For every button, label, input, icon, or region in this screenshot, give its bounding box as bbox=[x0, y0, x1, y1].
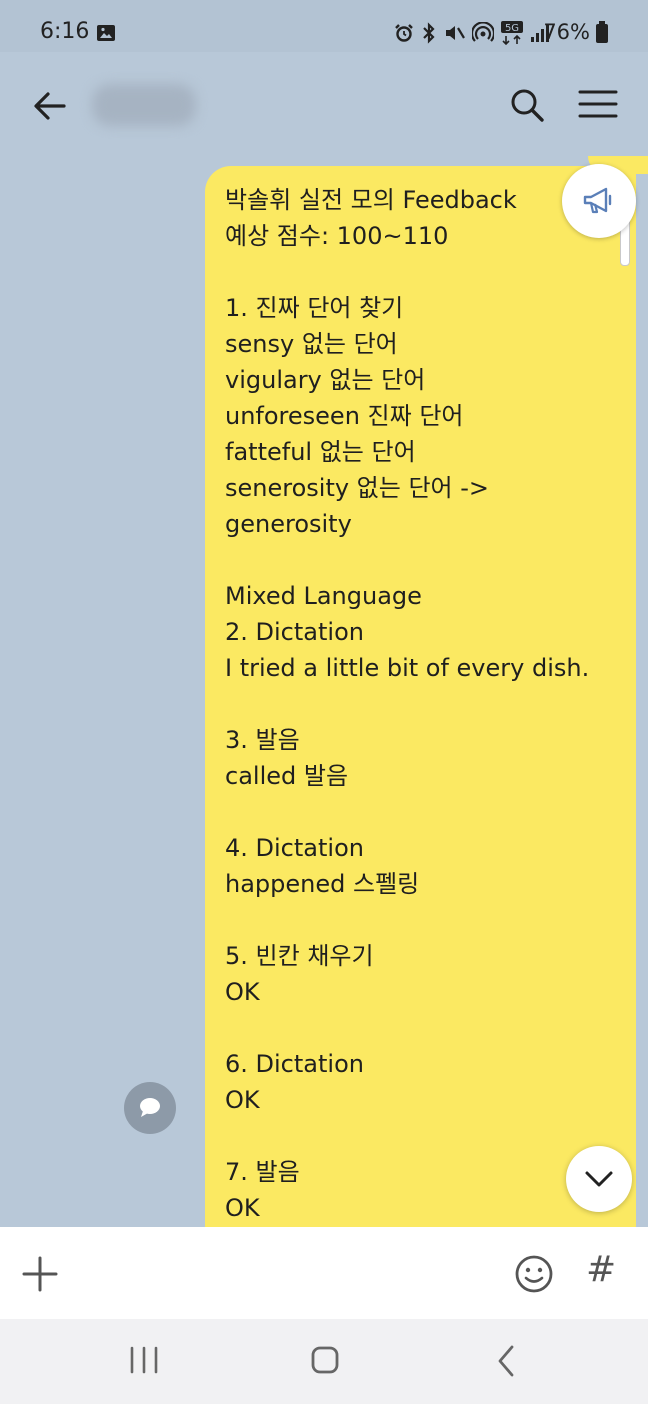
plus-icon bbox=[22, 1256, 58, 1292]
battery-icon bbox=[596, 21, 608, 43]
mute-icon bbox=[446, 26, 465, 40]
status-icons: 5G bbox=[394, 20, 550, 46]
alarm-icon bbox=[395, 24, 413, 42]
recent-apps-button[interactable] bbox=[128, 1345, 160, 1375]
speech-bubble-icon bbox=[140, 1098, 160, 1117]
hamburger-menu-icon bbox=[578, 90, 618, 118]
bluetooth-icon bbox=[423, 22, 435, 44]
home-button[interactable] bbox=[310, 1344, 340, 1376]
chat-header bbox=[0, 52, 648, 156]
status-bar: 6:16 5G 76% bbox=[0, 0, 648, 52]
svg-text:5G: 5G bbox=[505, 23, 519, 34]
message-bubble[interactable]: 박솔휘 실전 모의 Feedback 예상 점수: 100~110 1. 진짜 … bbox=[205, 166, 636, 1227]
attach-button[interactable] bbox=[20, 1254, 60, 1294]
chevron-down-icon bbox=[585, 1171, 613, 1187]
chat-area[interactable]: 박솔휘 실전 모의 Feedback 예상 점수: 100~110 1. 진짜 … bbox=[0, 156, 648, 1227]
arrow-left-icon bbox=[34, 92, 66, 120]
message-text: 박솔휘 실전 모의 Feedback 예상 점수: 100~110 1. 진짜 … bbox=[225, 186, 590, 1222]
back-icon bbox=[498, 1345, 514, 1377]
chat-name-blurred bbox=[92, 84, 196, 126]
scroll-to-bottom-button[interactable] bbox=[566, 1146, 632, 1212]
battery-percentage: 76% bbox=[543, 20, 590, 44]
search-button[interactable] bbox=[506, 84, 548, 126]
emoji-icon bbox=[515, 1255, 553, 1293]
comment-button[interactable] bbox=[124, 1082, 176, 1134]
hotspot-icon bbox=[472, 22, 494, 42]
input-bar: # bbox=[0, 1227, 648, 1319]
recent-apps-icon bbox=[130, 1346, 158, 1374]
hashtag-button[interactable]: # bbox=[586, 1249, 616, 1290]
home-icon bbox=[311, 1346, 339, 1374]
menu-button[interactable] bbox=[575, 84, 621, 124]
message-input[interactable] bbox=[80, 1247, 494, 1301]
emoji-button[interactable] bbox=[512, 1252, 556, 1296]
system-nav-bar bbox=[0, 1319, 648, 1404]
image-notification-icon bbox=[96, 24, 116, 42]
status-time: 6:16 bbox=[40, 19, 90, 44]
back-button[interactable] bbox=[28, 84, 72, 128]
network-5g-icon: 5G bbox=[501, 21, 523, 46]
nav-back-button[interactable] bbox=[494, 1343, 518, 1379]
megaphone-icon bbox=[583, 187, 612, 214]
announcement-button[interactable] bbox=[562, 164, 636, 238]
search-icon bbox=[511, 89, 544, 122]
